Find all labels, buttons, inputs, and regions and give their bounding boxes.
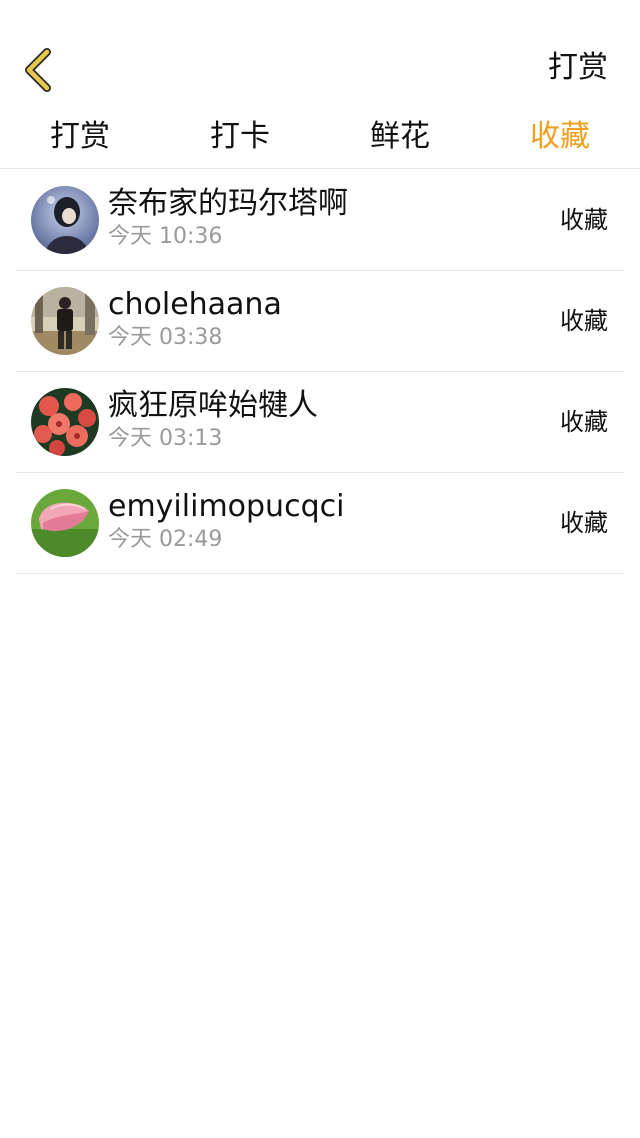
- user-name: cholehaana: [108, 287, 282, 322]
- avatar-pink-tulip-icon: [31, 489, 99, 557]
- chevron-left-icon: [25, 48, 51, 92]
- user-name: emyilimopucqci: [108, 489, 345, 524]
- tab-reward[interactable]: 打赏: [0, 112, 160, 168]
- list-item[interactable]: 奈布家的玛尔塔啊 今天 10:36 收藏: [16, 170, 624, 271]
- avatar[interactable]: [31, 186, 99, 254]
- timestamp: 今天 03:13: [108, 426, 223, 451]
- timestamp: 今天 02:49: [108, 527, 223, 552]
- tab-flowers[interactable]: 鲜花: [320, 112, 480, 168]
- favorites-list: 奈布家的玛尔塔啊 今天 10:36 收藏 cholehaana 今天 03:38…: [16, 170, 624, 574]
- tab-checkin[interactable]: 打卡: [160, 112, 320, 168]
- list-item[interactable]: 疯狂原哞始犍人 今天 03:13 收藏: [16, 372, 624, 473]
- screen: 打赏 打赏 打卡 鲜花 收藏 奈布家的玛尔塔啊 今天 10:36 收藏 chol…: [0, 0, 640, 1138]
- user-name: 奈布家的玛尔塔啊: [108, 186, 348, 221]
- avatar-red-flowers-icon: [31, 388, 99, 456]
- tab-favorites[interactable]: 收藏: [480, 112, 640, 168]
- nav-bar: 打赏: [0, 0, 640, 112]
- back-button[interactable]: [14, 46, 62, 94]
- avatar[interactable]: [31, 287, 99, 355]
- avatar-dark-portrait-icon: [31, 186, 99, 254]
- favorite-label: 收藏: [560, 408, 608, 436]
- list-item[interactable]: emyilimopucqci 今天 02:49 收藏: [16, 473, 624, 574]
- list-item[interactable]: cholehaana 今天 03:38 收藏: [16, 271, 624, 372]
- favorite-label: 收藏: [560, 307, 608, 335]
- user-name: 疯狂原哞始犍人: [108, 388, 318, 423]
- nav-reward-button[interactable]: 打赏: [548, 48, 608, 88]
- tab-bar: 打赏 打卡 鲜花 收藏: [0, 112, 640, 169]
- timestamp: 今天 03:38: [108, 325, 223, 350]
- avatar[interactable]: [31, 388, 99, 456]
- avatar-person-standing-icon: [31, 287, 99, 355]
- timestamp: 今天 10:36: [108, 224, 223, 249]
- avatar[interactable]: [31, 489, 99, 557]
- favorite-label: 收藏: [560, 509, 608, 537]
- favorite-label: 收藏: [560, 206, 608, 234]
